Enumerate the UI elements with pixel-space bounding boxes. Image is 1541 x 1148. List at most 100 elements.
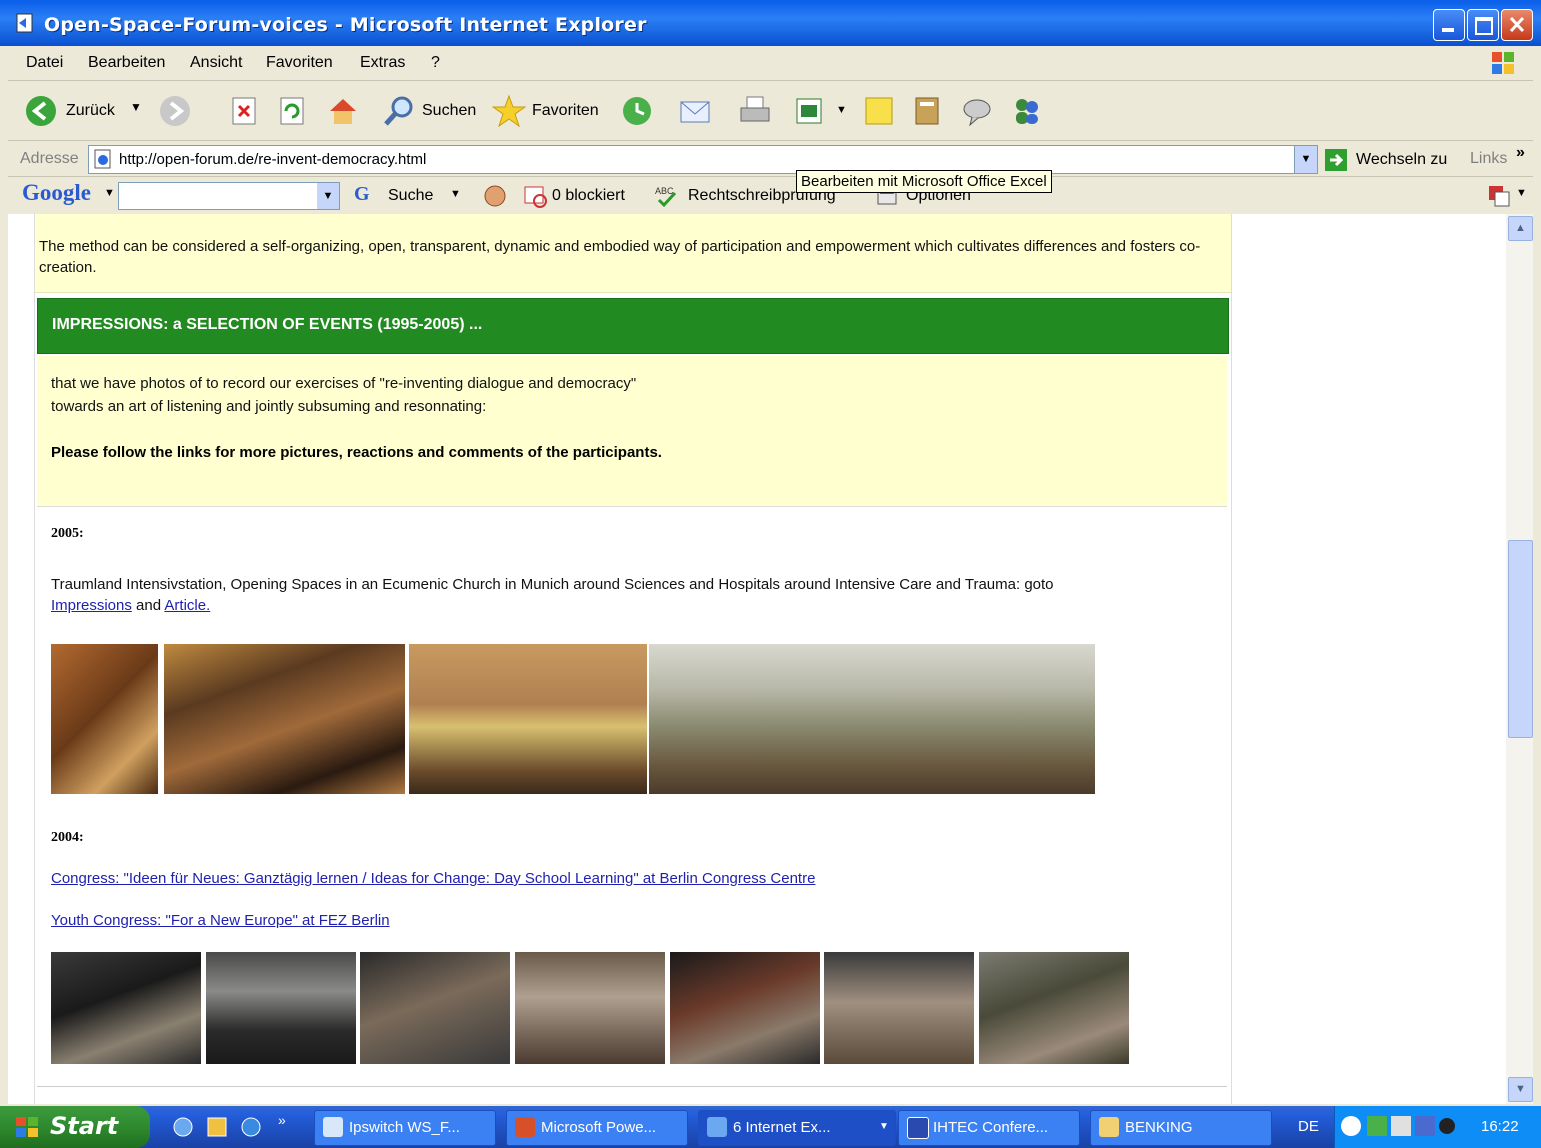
event-photo[interactable] (824, 952, 974, 1064)
excel-dropdown-icon[interactable]: ▼ (836, 104, 847, 116)
note-icon[interactable] (862, 94, 896, 128)
popup-blocker-button[interactable]: 0 blockiert (522, 182, 632, 210)
star-icon (492, 94, 526, 128)
go-button[interactable]: Wechseln zu (1324, 146, 1454, 174)
go-arrow-icon (1325, 149, 1347, 171)
event-photo[interactable] (206, 952, 356, 1064)
task-powerpoint[interactable]: Microsoft Powe... (506, 1110, 688, 1146)
task-ipswitch[interactable]: Ipswitch WS_F... (314, 1110, 496, 1146)
google-logo[interactable]: Google (22, 180, 91, 206)
scroll-thumb[interactable] (1508, 540, 1533, 738)
mail-icon[interactable] (678, 94, 712, 128)
back-button[interactable]: Zurück ▼ (24, 94, 144, 128)
print-icon[interactable] (738, 94, 772, 128)
tray-chevron-icon[interactable] (1341, 1116, 1361, 1136)
quicklaunch-chevron-icon[interactable]: » (278, 1112, 286, 1128)
quicklaunch-browser-icon[interactable] (240, 1116, 262, 1138)
description-line-2: towards an art of listening and jointly … (51, 398, 487, 415)
scroll-up-icon[interactable]: ▲ (1508, 216, 1533, 241)
address-dropdown-icon[interactable]: ▼ (1294, 146, 1317, 173)
congress-link[interactable]: Congress: "Ideen für Neues: Ganztägig le… (51, 870, 815, 887)
clock[interactable]: 16:22 (1481, 1118, 1519, 1135)
event-photo[interactable] (409, 644, 647, 794)
event-photo[interactable] (670, 952, 820, 1064)
task-ihtec[interactable]: IHTEC Confere... (898, 1110, 1080, 1146)
tray-app-icon[interactable] (1415, 1116, 1435, 1136)
favorites-button[interactable]: Favoriten (492, 94, 612, 128)
links-chevron-icon[interactable]: » (1516, 144, 1525, 162)
close-button[interactable] (1501, 9, 1533, 41)
event-photo[interactable] (360, 952, 510, 1064)
menu-ansicht[interactable]: Ansicht (190, 54, 242, 72)
menu-help[interactable]: ? (431, 54, 440, 72)
google-search-input[interactable]: ▼ (118, 182, 340, 210)
tray-volume-icon[interactable] (1439, 1118, 1455, 1134)
back-arrow-icon (26, 96, 56, 126)
tray-network-icon[interactable] (1367, 1116, 1387, 1136)
translate-icon[interactable] (1486, 183, 1512, 209)
back-label: Zurück (66, 102, 115, 119)
google-input-dropdown-icon[interactable]: ▼ (317, 183, 339, 209)
refresh-icon[interactable] (278, 96, 308, 126)
scroll-down-icon[interactable]: ▼ (1508, 1077, 1533, 1102)
task-benking[interactable]: BENKING (1090, 1110, 1272, 1146)
and-text: and (136, 597, 162, 614)
google-search-button[interactable]: G Suche ▼ (354, 182, 466, 210)
search-button[interactable]: Suchen (382, 94, 482, 128)
vertical-scrollbar[interactable]: ▲ ▼ (1506, 214, 1533, 1104)
impressions-link[interactable]: Impressions (51, 597, 132, 614)
folder-icon (1099, 1117, 1119, 1137)
language-indicator[interactable]: DE (1298, 1118, 1319, 1135)
powerpoint-icon (515, 1117, 535, 1137)
maximize-button[interactable] (1467, 9, 1499, 41)
discuss-icon[interactable] (960, 94, 994, 128)
popup-blocked-icon (524, 186, 547, 208)
start-button[interactable]: Start (0, 1106, 150, 1148)
task-group-dropdown-icon[interactable]: ▼ (879, 1121, 889, 1132)
event-photo[interactable] (979, 952, 1129, 1064)
system-tray: 16:22 (1334, 1106, 1541, 1148)
year-2004-heading: 2004: (51, 830, 84, 845)
description-line-1: that we have photos of to record our exe… (51, 375, 637, 392)
svg-text:ABC: ABC (655, 186, 674, 196)
youth-congress-link[interactable]: Youth Congress: "For a New Europe" at FE… (51, 912, 390, 929)
address-input[interactable]: http://open-forum.de/re-invent-democracy… (88, 145, 1318, 174)
forward-arrow-icon[interactable] (158, 94, 192, 128)
event-photo[interactable] (164, 644, 405, 794)
home-icon[interactable] (326, 94, 360, 128)
task-internet-explorer[interactable]: 6 Internet Ex... ▼ (698, 1110, 896, 1146)
event-2005-text: Traumland Intensivstation, Opening Space… (51, 576, 1054, 593)
menu-extras[interactable]: Extras (360, 54, 405, 72)
menu-bearbeiten[interactable]: Bearbeiten (88, 54, 165, 72)
pagerank-icon[interactable] (482, 183, 508, 209)
favorites-label: Favoriten (532, 102, 599, 119)
address-bar: Adresse http://open-forum.de/re-invent-d… (8, 142, 1533, 177)
back-dropdown-icon[interactable]: ▼ (130, 100, 142, 114)
windows-logo-icon (1488, 48, 1518, 78)
windows-flag-icon (16, 1117, 38, 1137)
menu-favoriten[interactable]: Favoriten (266, 54, 333, 72)
task-label: IHTEC Confere... (933, 1119, 1049, 1136)
start-label: Start (50, 1112, 119, 1140)
messenger-icon[interactable] (1010, 94, 1044, 128)
history-icon[interactable] (620, 94, 654, 128)
quicklaunch-ie-icon[interactable] (172, 1116, 194, 1138)
task-label: Ipswitch WS_F... (349, 1119, 460, 1136)
event-photo[interactable] (515, 952, 665, 1064)
menu-datei[interactable]: Datei (26, 54, 63, 72)
quicklaunch-outlook-icon[interactable] (206, 1116, 228, 1138)
google-menu-dropdown-icon[interactable]: ▼ (104, 187, 115, 199)
research-icon[interactable] (910, 94, 944, 128)
google-g-icon: G (354, 183, 370, 205)
translate-dropdown-icon[interactable]: ▼ (1516, 187, 1527, 199)
links-label[interactable]: Links (1470, 150, 1507, 168)
excel-icon[interactable] (792, 94, 826, 128)
event-photo[interactable] (649, 644, 1095, 794)
minimize-button[interactable] (1433, 9, 1465, 41)
article-link[interactable]: Article. (164, 597, 210, 614)
event-photo[interactable] (51, 644, 158, 794)
tray-app-icon[interactable] (1391, 1116, 1411, 1136)
event-photo[interactable] (51, 952, 201, 1064)
google-search-dropdown-icon[interactable]: ▼ (450, 188, 461, 200)
stop-icon[interactable] (230, 96, 260, 126)
